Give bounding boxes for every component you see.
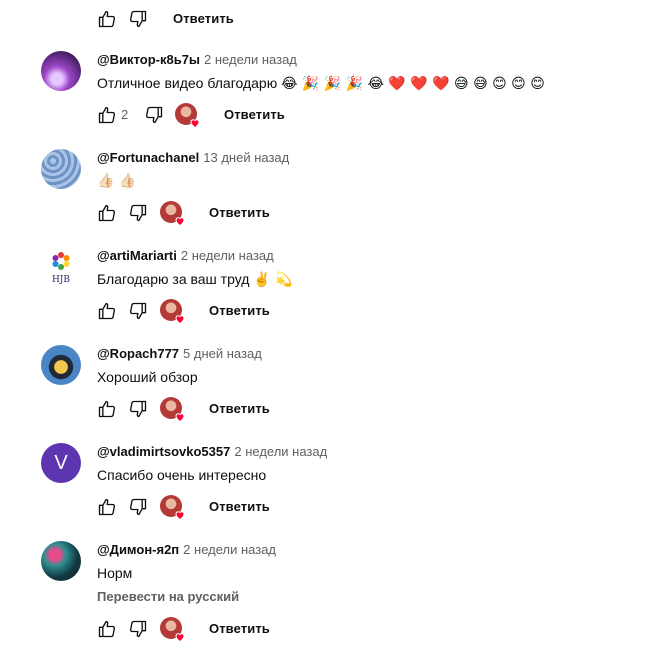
- author-handle[interactable]: @Ropach777: [97, 346, 179, 361]
- comment-time[interactable]: 2 недели назад: [234, 444, 327, 459]
- comment-time[interactable]: 2 недели назад: [204, 52, 297, 67]
- reply-button[interactable]: Ответить: [173, 11, 234, 26]
- comment-emoji: ✌️ 💫: [253, 272, 293, 288]
- thumb-up-icon[interactable]: [97, 497, 117, 517]
- creator-heart-icon: [160, 397, 186, 423]
- comment-text: Благодарю за ваш труд ✌️ 💫: [97, 271, 293, 288]
- comment-text: Хороший обзор: [97, 369, 198, 385]
- author-handle[interactable]: @Виктор-к8ь7ы: [97, 52, 200, 67]
- avatar[interactable]: HJB: [41, 247, 81, 287]
- comment-time[interactable]: 2 недели назад: [183, 542, 276, 557]
- thumb-down-icon[interactable]: [128, 497, 148, 517]
- creator-heart-icon: [175, 103, 201, 129]
- thumb-up-icon[interactable]: [97, 619, 117, 639]
- reply-button[interactable]: Ответить: [209, 499, 270, 514]
- comment-time[interactable]: 2 недели назад: [181, 248, 274, 263]
- thumb-down-icon[interactable]: [128, 301, 148, 321]
- avatar[interactable]: [41, 149, 81, 189]
- thumb-up-icon[interactable]: [97, 301, 117, 321]
- author-handle[interactable]: @Fortunachanel: [97, 150, 199, 165]
- comment-time[interactable]: 13 дней назад: [203, 150, 289, 165]
- comment-body: Благодарю за ваш труд: [97, 271, 250, 287]
- avatar[interactable]: [41, 51, 81, 91]
- avatar[interactable]: [41, 541, 81, 581]
- creator-heart-icon: [160, 495, 186, 521]
- thumb-down-icon[interactable]: [128, 619, 148, 639]
- creator-heart-icon: [160, 201, 186, 227]
- reply-button[interactable]: Ответить: [224, 107, 285, 122]
- comment-time[interactable]: 5 дней назад: [183, 346, 262, 361]
- comment-text: Норм: [97, 565, 133, 581]
- reply-button[interactable]: Ответить: [209, 205, 270, 220]
- reply-button[interactable]: Ответить: [209, 621, 270, 636]
- thumb-up-icon[interactable]: [97, 399, 117, 419]
- creator-heart-icon: [160, 299, 186, 325]
- comment-author-line: @Fortunachanel 13 дней назад: [97, 150, 289, 165]
- comment-body: Отличное видео благодарю: [97, 75, 278, 91]
- comment-author-line: @Виктор-к8ь7ы 2 недели назад: [97, 52, 297, 67]
- comment-text: Отличное видео благодарю 😂 🎉 🎉 🎉 😂 ❤️ ❤️…: [97, 75, 545, 92]
- comment-author-line: @Димон-я2п 2 недели назад: [97, 542, 276, 557]
- author-handle[interactable]: @artiMariarti: [97, 248, 177, 263]
- translate-button[interactable]: Перевести на русский: [97, 589, 239, 604]
- thumb-up-icon[interactable]: [97, 203, 117, 223]
- comment-author-line: @Ropach777 5 дней назад: [97, 346, 262, 361]
- author-handle[interactable]: @vladimirtsovko5357: [97, 444, 230, 459]
- comment-text: Спасибо очень интересно: [97, 467, 267, 483]
- avatar-logo-text: HJB: [52, 275, 70, 285]
- thumb-down-icon[interactable]: [128, 399, 148, 419]
- reply-button[interactable]: Ответить: [209, 401, 270, 416]
- avatar[interactable]: [41, 345, 81, 385]
- thumb-up-icon[interactable]: [97, 105, 117, 125]
- thumb-up-icon[interactable]: [97, 9, 117, 29]
- thumb-down-icon[interactable]: [128, 203, 148, 223]
- comment-emoji: 😂 🎉 🎉 🎉 😂 ❤️ ❤️ ❤️ 😅 😅 😊 😊 😊: [281, 76, 545, 92]
- thumb-down-icon[interactable]: [144, 105, 164, 125]
- reply-button[interactable]: Ответить: [209, 303, 270, 318]
- avatar-letter: V: [54, 451, 68, 474]
- creator-heart-icon: [160, 617, 186, 643]
- author-handle[interactable]: @Димон-я2п: [97, 542, 179, 557]
- avatar[interactable]: V: [41, 443, 81, 483]
- comment-author-line: @vladimirtsovko5357 2 недели назад: [97, 444, 327, 459]
- thumb-down-icon[interactable]: [128, 9, 148, 29]
- comment-emoji: 👍🏻 👍🏻: [97, 173, 137, 189]
- like-count: 2: [121, 107, 129, 122]
- comment-author-line: @artiMariarti 2 недели назад: [97, 248, 274, 263]
